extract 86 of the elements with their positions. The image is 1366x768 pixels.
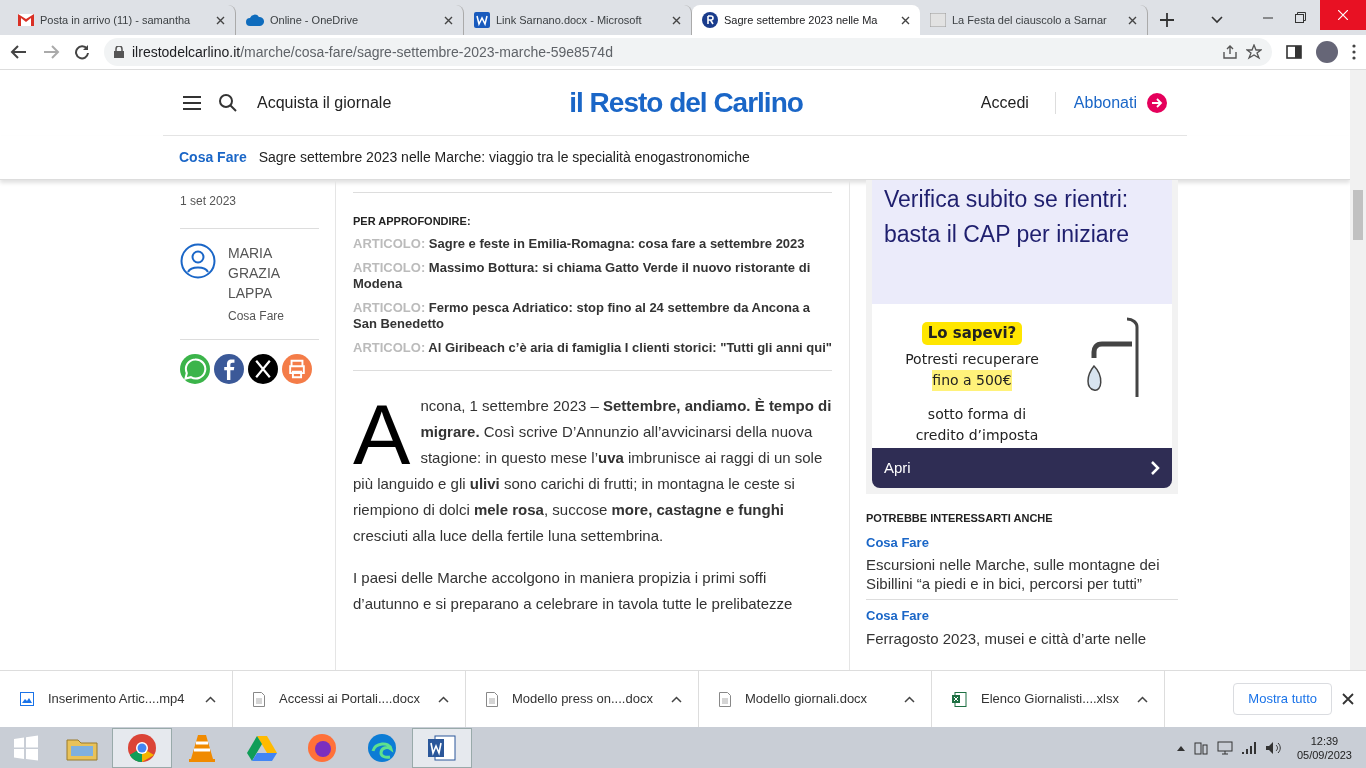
author-section: Cosa Fare <box>228 307 288 325</box>
caret-up-icon[interactable] <box>1137 695 1148 703</box>
buy-newspaper-link[interactable]: Acquista il giornale <box>257 90 392 115</box>
close-icon[interactable] <box>216 15 225 25</box>
chevron-right-icon <box>1150 460 1160 476</box>
document-icon <box>253 691 265 707</box>
signal-icon[interactable] <box>1240 740 1257 755</box>
caret-up-icon[interactable] <box>904 695 915 703</box>
login-link[interactable]: Accedi <box>980 90 1029 115</box>
show-all-button[interactable]: Mostra tutto <box>1233 683 1332 715</box>
search-icon[interactable] <box>219 93 237 112</box>
scrollbar[interactable] <box>1350 70 1366 670</box>
ad-text: credito d’imposta <box>915 426 1039 445</box>
arrow-circle-icon[interactable] <box>1147 92 1167 113</box>
caret-up-icon[interactable] <box>671 695 682 703</box>
taskbar-app[interactable] <box>112 727 172 768</box>
open-ad-button[interactable]: Apri <box>872 448 1172 488</box>
windows-start-icon[interactable] <box>13 734 39 761</box>
side-panel-icon[interactable] <box>1286 44 1302 60</box>
related-article-link[interactable]: ARTICOLO: Al Giribeach c’è aria di famiglia I clienti storici: "Tutti gli anni qui" <box>353 339 832 356</box>
star-icon[interactable] <box>1246 44 1262 60</box>
caret-up-icon[interactable] <box>438 695 449 703</box>
scrollbar-thumb[interactable] <box>1353 190 1363 240</box>
menu-icon[interactable] <box>183 95 201 110</box>
cloud-icon <box>246 14 264 26</box>
speaker-icon[interactable] <box>1264 740 1281 755</box>
close-icon[interactable] <box>1128 15 1137 25</box>
image-icon <box>930 13 946 27</box>
wave-circle-icon[interactable] <box>367 732 397 763</box>
reload-icon[interactable] <box>74 44 90 60</box>
clock-date[interactable]: 05/09/2023 <box>1296 747 1352 762</box>
back-icon[interactable] <box>10 43 28 61</box>
ad-text: sotto forma di <box>927 405 1027 424</box>
image-file-icon <box>20 692 34 706</box>
document-icon <box>719 691 731 707</box>
related-article-link[interactable]: Ferragosto 2023, musei e città d’arte nelle <box>866 628 1178 648</box>
ad-headline: Verifica subito se rientri: basta il CAP per iniziare <box>884 185 1131 249</box>
share-x-button[interactable] <box>248 354 278 384</box>
document-icon <box>486 691 498 707</box>
close-icon[interactable] <box>672 15 681 25</box>
close-icon[interactable] <box>444 15 453 25</box>
related-article-link[interactable]: ARTICOLO: Sagre e feste in Emilia-Romagna: cosa fare a settembre 2023 <box>353 235 832 252</box>
ad-badge: Lo sapevi? <box>921 322 1023 345</box>
share-facebook-button[interactable] <box>214 354 244 384</box>
caret-up-icon[interactable] <box>1176 744 1185 751</box>
article-date: 1 set 2023 <box>180 192 319 229</box>
share-icon[interactable] <box>1222 44 1238 60</box>
related-heading: PER APPROFONDIRE: <box>353 214 472 229</box>
r-circle-icon <box>702 12 718 28</box>
chevron-down-icon[interactable] <box>1211 16 1223 24</box>
section-link[interactable]: Cosa Fare <box>866 532 1178 552</box>
related-article-link[interactable]: Escursioni nelle Marche, sulle montagne dei Sibillini “a piedi e in bici, percorsi per tutti” <box>866 555 1178 593</box>
close-icon[interactable] <box>901 15 910 25</box>
ad-highlight: fino a 500€ <box>932 369 1012 391</box>
fox-globe-icon[interactable] <box>307 732 337 763</box>
ad-banner[interactable]: Verifica subito se rientri: basta il CAP per iniziare Lo sapevi? Potresti recuperare fino a 500€ sotto forma di credito d’imposta Apri <box>866 180 1178 494</box>
section-link[interactable]: Cosa Fare <box>179 147 247 168</box>
close-icon[interactable] <box>1342 693 1354 705</box>
section-link[interactable]: Cosa Fare <box>866 606 1178 626</box>
breadcrumb-title: Sagre settembre 2023 nelle Marche: viaggio tra le specialità enogastronomiche <box>258 148 750 167</box>
monitor-icon[interactable] <box>1216 739 1233 756</box>
clock-time[interactable]: 12:39 <box>1310 733 1339 748</box>
related-article-link[interactable]: ARTICOLO: Fermo pesca Adriatico: stop fino al 24 settembre da Ancona a San Benedetto <box>353 299 832 332</box>
ad-text: Potresti recuperare <box>905 349 1039 369</box>
spreadsheet-icon <box>952 691 967 707</box>
caret-up-icon[interactable] <box>205 695 216 703</box>
battery-icon[interactable] <box>1192 739 1209 756</box>
subscribe-link[interactable]: Abbonati <box>1073 90 1137 115</box>
document-w-icon[interactable] <box>427 732 457 763</box>
author-name[interactable]: MARIA GRAZIA LAPPA <box>228 243 288 303</box>
user-icon <box>180 243 216 279</box>
related-article-link[interactable]: ARTICOLO: Massimo Bottura: si chiama Gatto Verde il nuovo ristorante di Modena <box>353 259 832 292</box>
site-logo[interactable]: il Resto del Carlino <box>569 81 803 124</box>
taskbar-app[interactable] <box>412 727 472 768</box>
address-bar[interactable]: ilrestodelcarlino.it/marche/cosa-fare/sagre-settembre-2023-marche-59e8574d <box>104 38 1272 66</box>
menu-icon[interactable] <box>1352 44 1356 60</box>
chrome-icon[interactable] <box>127 732 157 763</box>
plus-icon[interactable] <box>1160 13 1174 27</box>
sidebar-heading: POTREBBE INTERESSARTI ANCHE <box>866 511 1054 526</box>
document-w-icon <box>474 12 490 28</box>
profile-avatar[interactable] <box>1316 41 1338 63</box>
article-paragraph: I paesi delle Marche accolgono in maniera propizia i primi soffi d’autunno e si preparano a celebrare in tavola tutte le prelibatezze <box>353 567 794 614</box>
lock-icon <box>114 46 124 58</box>
browser-tab[interactable]: Sagre settembre 2023 nelle Ma <box>692 5 920 35</box>
restore-icon[interactable] <box>1295 12 1306 23</box>
envelope-icon <box>18 14 34 26</box>
